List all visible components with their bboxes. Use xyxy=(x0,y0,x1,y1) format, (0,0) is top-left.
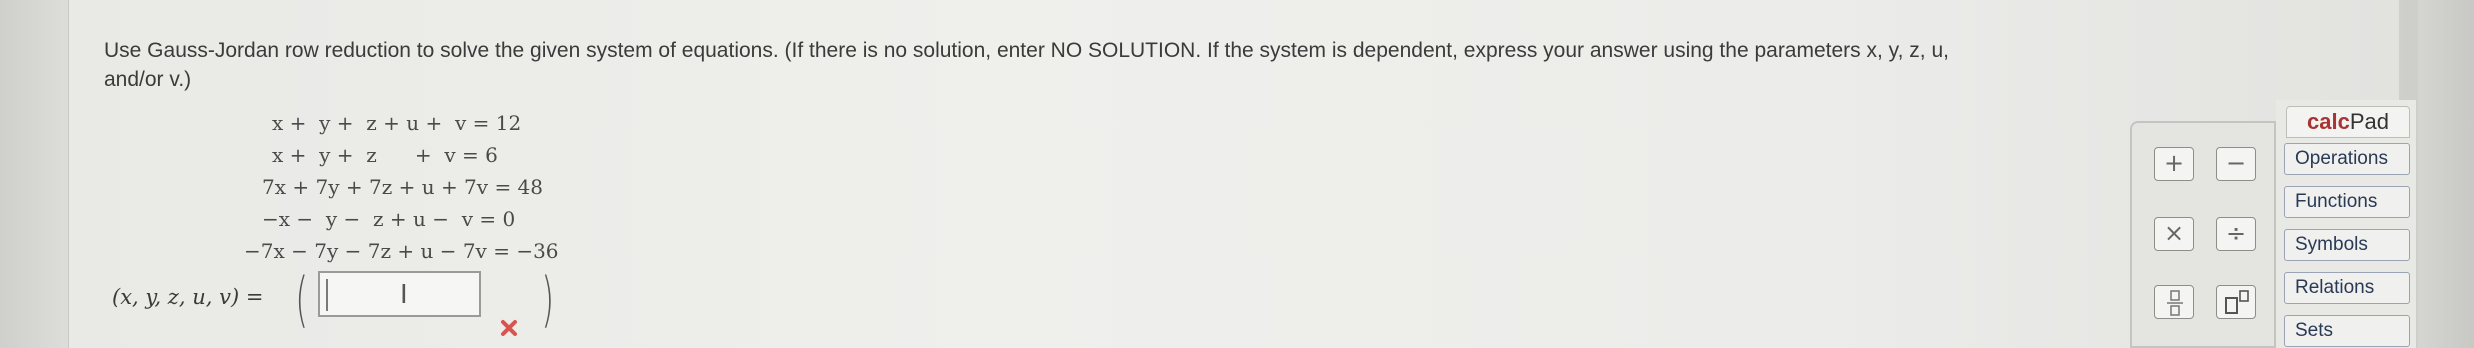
equation-4: −x − y − z + u − v = 0 xyxy=(262,207,516,231)
menu-relations[interactable]: Relations xyxy=(2284,272,2410,304)
equation-2: x + y + z + v = 6 xyxy=(272,143,498,167)
answer-label: (x, y, z, u, v) = xyxy=(112,285,264,309)
menu-functions[interactable]: Functions xyxy=(2284,186,2410,218)
calcpad-title-suffix: Pad xyxy=(2349,109,2389,134)
calcpad-keypad: + − × ÷ xyxy=(2130,121,2276,348)
calcpad-title-prefix: calc xyxy=(2307,109,2350,134)
menu-symbols[interactable]: Symbols xyxy=(2284,229,2410,261)
menu-sets[interactable]: Sets xyxy=(2284,315,2410,347)
left-paren: ( xyxy=(295,265,309,335)
input-inner-bar xyxy=(326,279,328,311)
instructions-line-2: and/or v.) xyxy=(104,68,192,91)
right-edge-shadow xyxy=(2418,0,2474,348)
superscript-icon xyxy=(2225,290,2249,314)
equation-5: −7x − 7y − 7z + u − 7v = −36 xyxy=(244,239,559,263)
divide-key[interactable]: ÷ xyxy=(2216,217,2256,251)
text-cursor-icon: I xyxy=(400,280,408,310)
right-paren: ) xyxy=(541,265,555,335)
equation-3: 7x + 7y + 7z + u + 7v = 48 xyxy=(262,175,544,199)
plus-key[interactable]: + xyxy=(2154,147,2194,181)
answer-input[interactable]: I xyxy=(318,271,481,317)
times-key[interactable]: × xyxy=(2154,217,2194,251)
calcpad-title: calcPad xyxy=(2286,106,2410,138)
fraction-key[interactable] xyxy=(2154,285,2194,319)
x-mark-icon xyxy=(501,320,517,336)
fraction-icon xyxy=(2167,290,2183,316)
menu-operations[interactable]: Operations xyxy=(2284,143,2410,175)
instructions-line-1: Use Gauss-Jordan row reduction to solve … xyxy=(104,39,1949,62)
minus-key[interactable]: − xyxy=(2216,147,2256,181)
question-instructions: Use Gauss-Jordan row reduction to solve … xyxy=(104,36,2324,94)
superscript-key[interactable] xyxy=(2216,285,2256,319)
equation-1: x + y + z + u + v = 12 xyxy=(272,111,522,135)
